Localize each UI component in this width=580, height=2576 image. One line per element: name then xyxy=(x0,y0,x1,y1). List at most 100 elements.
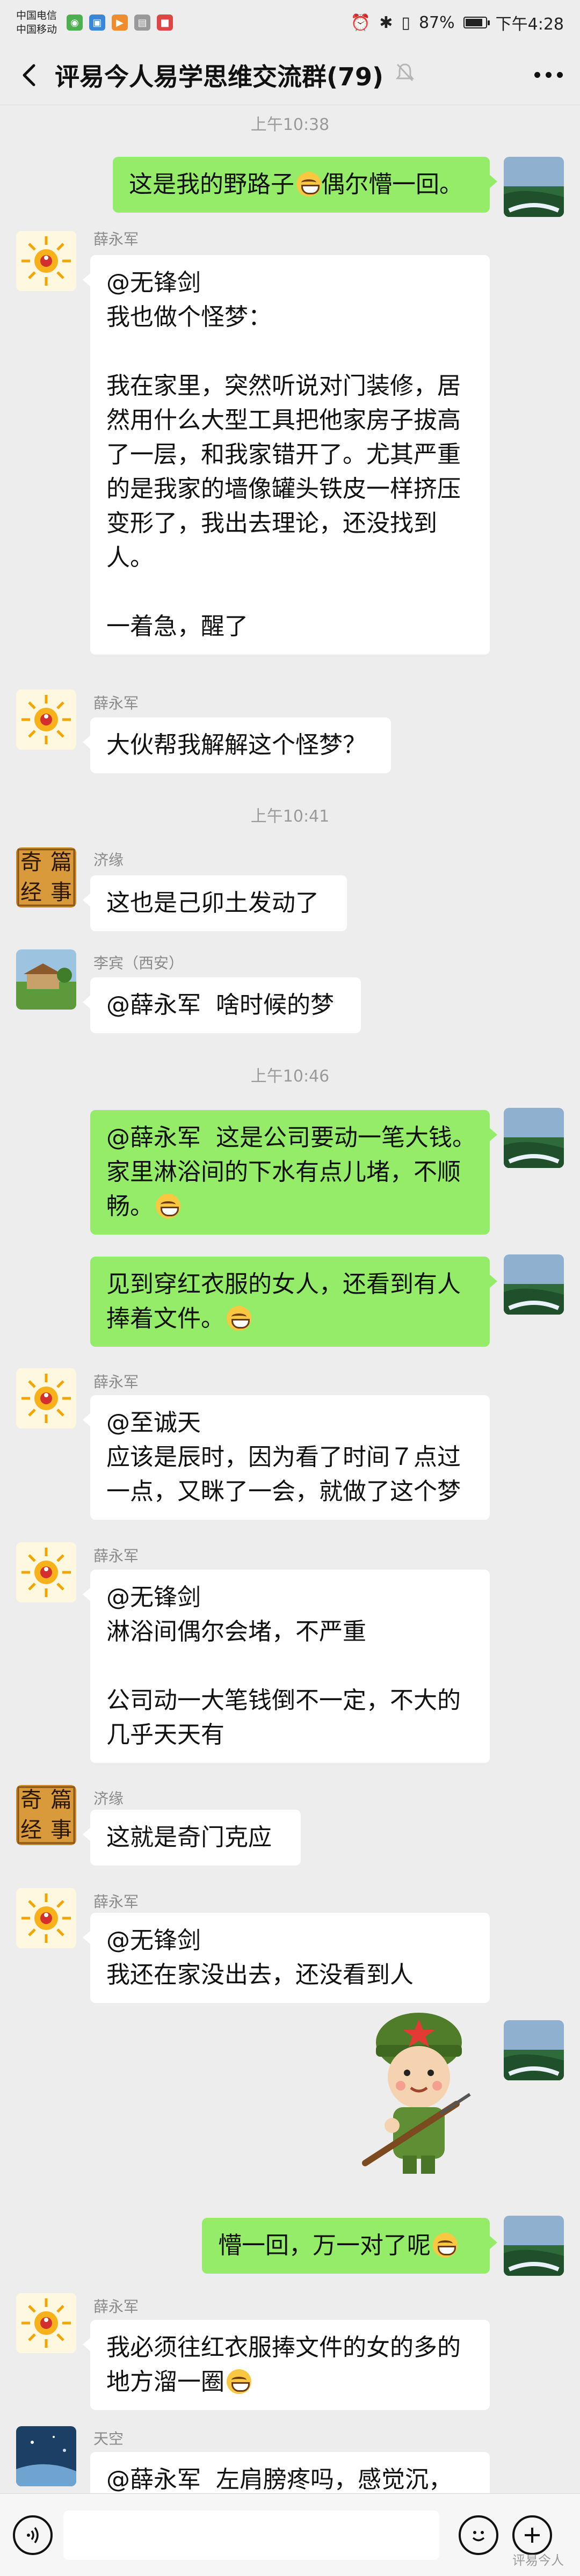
sender-name: 天空 xyxy=(93,2430,124,2448)
message-line: 然用什么大型工具把他家房子拔高 xyxy=(106,407,461,434)
message-line: 我也做个怪梦： xyxy=(106,303,272,331)
incoming-message-bubble[interactable]: @薛永军 左肩膀疼吗，感觉沉， xyxy=(90,2452,490,2493)
incoming-message-bubble[interactable]: 我必须往红衣服捧文件的女的多的 地方溜一圈 xyxy=(83,2320,490,2410)
grin-emoji-icon xyxy=(227,2369,251,2394)
message-line: 畅。 xyxy=(106,1193,154,1220)
message-text: 懵一回，万一对了呢 xyxy=(218,2232,431,2259)
message-line: 一着急，醒了 xyxy=(106,613,248,640)
outgoing-message-bubble[interactable]: 懵一回，万一对了呢 xyxy=(202,2218,497,2274)
sender-name: 薛永军 xyxy=(93,230,139,248)
bluetooth-icon: ✱ xyxy=(379,13,393,32)
timestamp: 上午10:41 xyxy=(250,807,330,826)
timestamp: 上午10:46 xyxy=(250,1067,330,1086)
more-functions-button[interactable] xyxy=(512,2515,552,2555)
my-avatar[interactable] xyxy=(504,1108,564,1168)
sender-avatar[interactable] xyxy=(16,949,76,1010)
avatar-char: 经 xyxy=(20,1818,42,1842)
timestamp: 上午10:38 xyxy=(250,115,330,134)
message-line: @无锋剑 xyxy=(106,1584,201,1611)
incoming-message-bubble[interactable]: @无锋剑 我还在家没出去，还没看到人 xyxy=(83,1913,490,2003)
sender-avatar[interactable]: 奇 篇 经 事 xyxy=(16,1785,76,1845)
emoji-button[interactable] xyxy=(459,2515,498,2555)
sender-avatar[interactable]: 奇 篇 经 事 xyxy=(16,847,76,908)
message-text: 这就是奇门克应 xyxy=(106,1824,272,1851)
more-options-icon[interactable] xyxy=(530,59,567,91)
voice-icon xyxy=(27,2527,39,2543)
sender-avatar[interactable] xyxy=(16,2293,76,2353)
avatar-calligraphy: 奇 篇 经 事 xyxy=(16,847,76,908)
clock: 下午4:28 xyxy=(495,15,564,34)
message-line: @薛永军 这是公司要动一笔大钱。 xyxy=(106,1124,476,1151)
message-line: 几乎天天有 xyxy=(106,1721,224,1748)
message-text: 这也是己卯土发动了 xyxy=(106,889,319,917)
message-text: @薛永军 啥时候的梦 xyxy=(106,991,334,1019)
message-text: 这是我的野路子 xyxy=(129,171,294,198)
sender-name: 李宾（西安） xyxy=(93,954,184,972)
laugh-emoji-icon xyxy=(296,172,321,197)
vibrate-icon: ▯ xyxy=(401,13,410,32)
my-avatar[interactable] xyxy=(504,157,564,217)
my-avatar[interactable] xyxy=(504,1254,564,1315)
avatar-char: 篇 xyxy=(50,1788,72,1812)
message-line: @至诚天 xyxy=(106,1409,201,1436)
message-line: 淋浴间偶尔会堵，不严重 xyxy=(106,1618,366,1645)
message-line: 人。 xyxy=(106,544,154,571)
status-bar: 中国电信 中国移动 ◉ ▣ ▶ ▤ ■ ⏰ ✱ ▯ 87% 下午4:28 xyxy=(0,0,580,45)
incoming-message-bubble[interactable]: @无锋剑 淋浴间偶尔会堵，不严重 公司动一大笔钱倒不一定，不大的 几乎天天有 xyxy=(83,1570,490,1763)
voice-input-button[interactable] xyxy=(13,2515,53,2555)
outgoing-message-bubble[interactable]: 见到穿红衣服的女人，还看到有人 捧着文件。 xyxy=(90,1257,497,1347)
incoming-message-bubble[interactable]: @薛永军 啥时候的梦 xyxy=(83,977,361,1033)
sender-avatar[interactable] xyxy=(16,231,76,291)
battery-percent: 87% xyxy=(418,13,455,32)
sender-avatar[interactable] xyxy=(16,1542,76,1602)
message-line: 捧着文件。 xyxy=(106,1305,224,1332)
my-avatar[interactable] xyxy=(504,2020,564,2080)
incoming-message-bubble[interactable]: 这也是己卯土发动了 xyxy=(83,875,347,931)
input-bar xyxy=(0,2493,580,2576)
grin-emoji-icon xyxy=(156,1194,180,1218)
message-line: 我还在家没出去，还没看到人 xyxy=(106,1961,414,1989)
incoming-message-bubble[interactable]: 这就是奇门克应 xyxy=(83,1810,301,1866)
sender-avatar[interactable] xyxy=(16,690,76,750)
mute-bell-icon xyxy=(395,62,415,88)
sender-avatar[interactable] xyxy=(16,2426,76,2486)
carrier-info: 中国电信 中国移动 xyxy=(16,9,57,37)
sender-name: 薛永军 xyxy=(93,694,139,712)
message-line: 一点，又眯了一会，就做了这个梦 xyxy=(106,1478,461,1505)
system-status: ⏰ ✱ ▯ 87% 下午4:28 xyxy=(351,11,564,34)
incoming-message-bubble[interactable]: @至诚天 应该是辰时，因为看了时间７点过 一点，又眯了一会，就做了这个梦 xyxy=(83,1395,490,1520)
sender-name: 济缘 xyxy=(93,851,124,869)
sender-avatar[interactable] xyxy=(16,1888,76,1948)
incoming-message-bubble[interactable]: @无锋剑 我也做个怪梦： 我在家里，突然听说对门装修，居 然用什么大型工具把他家… xyxy=(83,255,490,655)
message-input[interactable] xyxy=(63,2510,439,2560)
message-line: 应该是辰时，因为看了时间７点过 xyxy=(106,1443,461,1471)
outgoing-message-bubble[interactable]: 这是我的野路子 偶尔懵一回。 xyxy=(113,157,497,213)
message-line: 地方溜一圈 xyxy=(106,2368,224,2396)
my-avatar[interactable] xyxy=(504,2216,564,2276)
sender-avatar[interactable] xyxy=(16,1368,76,1428)
message-line: 公司动一大笔钱倒不一定，不大的 xyxy=(106,1687,461,1714)
soldier-sticker[interactable] xyxy=(360,2002,478,2179)
smiley-icon xyxy=(472,2530,485,2541)
message-line: 家里淋浴间的下水有点儿堵，不顺 xyxy=(106,1158,461,1186)
battery-icon xyxy=(463,17,490,28)
battery-level xyxy=(465,19,482,26)
message-line: 的是我家的墙像罐头铁皮一样挤压 xyxy=(106,475,461,503)
message-line: 变形了，我出去理论，还没找到 xyxy=(106,510,437,537)
wechat-notify-icon: ◉ xyxy=(67,14,83,31)
back-icon[interactable] xyxy=(13,59,45,91)
outgoing-message-bubble[interactable]: @薛永军 这是公司要动一笔大钱。 家里淋浴间的下水有点儿堵，不顺 畅。 xyxy=(90,1110,497,1235)
avatar-calligraphy: 奇 篇 经 事 xyxy=(16,1785,76,1845)
message-line xyxy=(106,1649,474,1684)
message-line: @薛永军 左肩膀疼吗，感觉沉， xyxy=(106,2466,452,2493)
avatar-char: 经 xyxy=(20,880,42,905)
sender-name: 薛永军 xyxy=(93,1893,139,1911)
message-text: 偶尔懵一回。 xyxy=(321,171,463,198)
app-notify-icon: ▣ xyxy=(89,14,106,31)
alarm-icon: ⏰ xyxy=(350,13,371,32)
watermark: 评易今人 xyxy=(512,2553,564,2568)
sender-name: 薛永军 xyxy=(93,1547,139,1565)
play-notify-icon: ▶ xyxy=(112,14,128,31)
incoming-message-bubble[interactable]: 大伙帮我解解这个怪梦？ xyxy=(83,717,391,773)
carrier-1: 中国电信 xyxy=(16,10,57,21)
